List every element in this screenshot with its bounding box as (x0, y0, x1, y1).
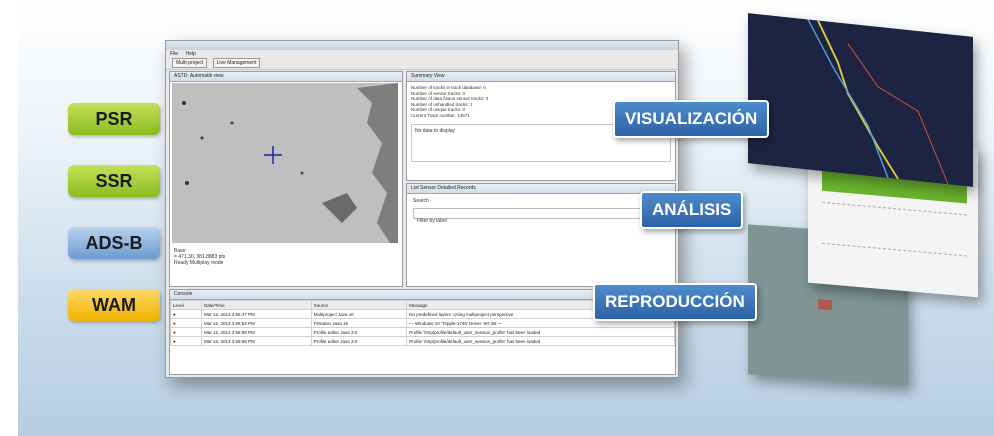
psr-badge: PSR (68, 103, 160, 135)
row-datetime: Mar 12, 2013 3:56:58 PM (201, 327, 312, 337)
track-lines (807, 19, 949, 185)
search-label: Search (413, 198, 429, 204)
info-icon: ● (169, 336, 203, 346)
map-tab[interactable]: ASTD: Automatik view (170, 72, 402, 82)
menu-file[interactable]: File (170, 51, 178, 57)
info-icon: ● (169, 318, 203, 328)
info-icon: ● (169, 327, 203, 337)
info-icon: ● (169, 309, 203, 319)
hero-banner: PSR SSR ADS-B WAM File Help Multi-projec… (18, 0, 994, 436)
coords-status: Ready Multiplay mode (174, 260, 224, 266)
row-message: Profile '/tmp/profile/default_user_sessi… (406, 336, 675, 346)
app-window: File Help Multi-project Live Management … (165, 40, 679, 378)
col-source: Source (310, 300, 408, 310)
row-datetime: Mar 12, 2013 3:56:52 PM (201, 318, 312, 328)
table-row[interactable]: ● Mar 12, 2013 3:56:58 PM Profile editor… (169, 327, 675, 337)
col-datetime: Date/Time (201, 300, 312, 310)
row-datetime: Mar 12, 2013 3:56:59 PM (201, 336, 312, 346)
map-pane: ASTD: Automatik view Base: = 471.30, 381… (169, 71, 403, 287)
row-source: Filtration Java 16 (310, 318, 408, 328)
replay-marker (818, 299, 832, 311)
visualization-card (748, 13, 973, 187)
list-pane: List Sensor Detailed Records Search Filt… (406, 183, 676, 287)
row-datetime: Mar 12, 2013 3:56:47 PM (201, 309, 312, 319)
ads-b-badge: ADS-B (68, 227, 160, 259)
filter-input[interactable]: Filter by label (413, 208, 669, 224)
perspective-multi-project[interactable]: Multi-project (172, 58, 208, 68)
row-source: Multiproject Java 10 (310, 309, 408, 319)
wam-badge: WAM (68, 289, 160, 321)
perspective-live[interactable]: Live Management (212, 58, 261, 68)
map-view[interactable] (172, 83, 398, 243)
visualization-label: VISUALIZACIÓN (613, 100, 770, 138)
coords-panel: Base: = 471.30, 381.8883 pts Ready Multi… (174, 248, 225, 266)
row-source: Profile editor Java 3.0 (310, 336, 408, 346)
summary-tab[interactable]: Summary View (407, 72, 675, 82)
row-message: Profile '/tmp/profile/default_user_sessi… (406, 327, 675, 337)
col-level: Level (169, 300, 203, 310)
perspective-bar: Multi-project Live Management (166, 58, 678, 70)
replay-label: REPRODUCCIÓN (593, 283, 757, 321)
analysis-label: ANÁLISIS (640, 191, 744, 229)
list-tab[interactable]: List Sensor Detailed Records (407, 184, 675, 194)
menu-help[interactable]: Help (185, 51, 195, 57)
window-title (166, 41, 678, 50)
ssr-badge: SSR (68, 165, 160, 197)
table-row[interactable]: ● Mar 12, 2013 3:56:59 PM Profile editor… (169, 336, 675, 346)
menu-bar: File Help (166, 50, 678, 58)
analysis-grid (822, 201, 967, 257)
row-source: Profile editor Java 3.0 (310, 327, 408, 337)
filter-placeholder: Filter by label (417, 218, 447, 224)
